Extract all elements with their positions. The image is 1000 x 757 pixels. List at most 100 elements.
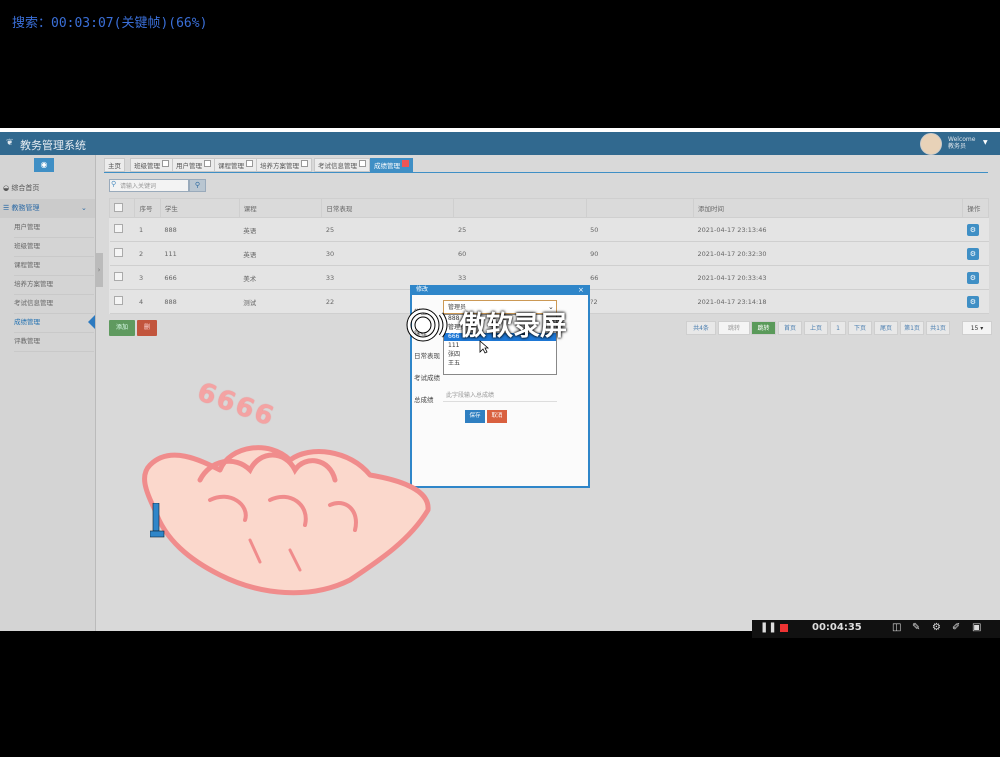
cell-course: 英语 [239,217,322,242]
app-header: ❦ 教务管理系统 Welcome 教务员 ▼ [0,132,1000,155]
select-all-checkbox[interactable] [114,202,123,212]
close-icon[interactable] [246,160,253,167]
sidebar-item-evaluation[interactable]: 评教管理 [14,332,94,352]
close-icon[interactable] [359,160,366,167]
cell-student: 888 [160,289,240,314]
arrow-marker-icon [150,503,165,538]
cell-daily: 25 [321,217,454,242]
tab-label: 成绩管理 [374,162,400,170]
pencil-icon[interactable]: ✐ [952,622,960,633]
close-icon[interactable] [301,160,308,167]
row-checkbox-cell[interactable] [109,241,135,266]
sidebar-item-scores[interactable]: 成绩管理 [14,313,94,333]
table-row[interactable]: 1 888 英语 25 25 50 2021-04-17 23:13:46 ⚙ [109,217,989,242]
add-button[interactable]: 添加 [109,320,135,336]
page-size-select[interactable]: 15 ▾ [962,321,992,335]
sidebar-toggle-button[interactable]: ◉ [34,158,54,172]
delete-button[interactable]: 删 [137,320,157,336]
pause-icon[interactable]: ❚❚ [760,622,777,633]
pager-first[interactable]: 首页 [778,321,802,335]
edit-icon[interactable]: ⚙ [966,223,979,236]
camera-icon[interactable]: ◫ [892,622,901,633]
total-score-input[interactable]: 此字段输入总成绩 [443,390,557,402]
dialog-titlebar[interactable]: 修改 × [412,285,590,295]
table-header: 序号 [134,198,161,218]
search-input[interactable]: 请输入关键词 [109,179,189,192]
cell-action: ⚙ [962,217,989,242]
settings-icon[interactable]: ⚙ [932,622,941,633]
tab-users[interactable]: 用户管理 [172,158,215,172]
sidebar-item-classes[interactable]: 班级管理 [14,237,94,257]
row-checkbox[interactable] [113,248,123,257]
sidebar-item-home[interactable]: ◒ 综合首页 [0,179,95,198]
pen-icon[interactable]: ✎ [912,622,920,633]
dropdown-option[interactable]: 王五 [444,360,556,368]
pager-current[interactable]: 1 [830,321,846,335]
row-checkbox-cell[interactable] [109,265,135,290]
cell-action: ⚙ [962,265,989,290]
pager-goto-button[interactable]: 跳转 [751,321,776,335]
daily-label: 日常表现 [414,352,440,360]
page-size-value: 15 [970,325,979,332]
tab-scores[interactable]: 成绩管理 [370,158,413,172]
search-icon: ⚲ [194,181,201,189]
row-checkbox-cell[interactable] [109,289,135,314]
cell-course: 英语 [239,241,322,266]
tab-label: 考试信息管理 [318,162,357,170]
table-header: 学生 [159,198,240,218]
pager-prev[interactable]: 上页 [804,321,828,335]
table-header: 操作 [962,198,989,218]
sidebar-item-users[interactable]: 用户管理 [14,218,94,238]
app-window: ❦ 教务管理系统 Welcome 教务员 ▼ ◉ ◒ 综合首页 ☰ 教務管理 ⌄… [0,128,1000,631]
user-welcome[interactable]: Welcome 教务员 [948,136,975,150]
cell-daily: 30 [321,241,454,266]
table-row[interactable]: 2 111 英语 30 60 90 2021-04-17 20:32:30 ⚙ [109,241,989,266]
sidebar-item-courses[interactable]: 课程管理 [14,256,94,276]
cell-time: 2021-04-17 23:14:18 [693,289,963,314]
cell-no: 3 [134,265,161,290]
dropdown-option[interactable]: 张四 [444,351,556,359]
tab-courses[interactable]: 课程管理 [214,158,257,172]
row-checkbox[interactable] [113,296,123,305]
tab-label: 培养方案管理 [260,162,299,170]
pager-last[interactable]: 尾页 [874,321,898,335]
sidebar-item-plans[interactable]: 培养方案管理 [14,275,94,295]
edit-icon[interactable]: ⚙ [966,295,979,308]
search-button[interactable]: ⚲ [189,179,206,192]
stop-icon[interactable] [780,624,788,632]
tab-plans[interactable]: 培养方案管理 [256,158,312,172]
cell-no: 2 [134,241,161,266]
close-icon[interactable] [162,160,169,167]
row-checkbox-cell[interactable] [109,217,135,242]
cell-total: 50 [586,217,694,242]
sidebar-collapse-handle[interactable]: › [95,253,103,287]
cancel-button[interactable]: 取消 [487,410,507,423]
sidebar-item-exams[interactable]: 考试信息管理 [14,294,94,314]
tab-classes[interactable]: 班级管理 [130,158,173,172]
recorder-control-bar[interactable]: ❚❚ 00:04:35 ◫ ✎ ⚙ ✐ ▣ [752,620,1000,638]
header-checkbox-cell[interactable] [108,198,136,218]
tab-home[interactable]: 主页 [104,158,125,172]
chevron-down-icon: ⌄ [81,204,87,212]
edit-icon[interactable]: ⚙ [966,271,979,284]
close-icon[interactable]: × [578,285,584,295]
edit-icon[interactable]: ⚙ [966,247,979,260]
leaf-logo-icon: ❦ [6,138,14,148]
lock-icon[interactable]: ▣ [972,622,981,633]
cell-time: 2021-04-17 20:32:30 [693,241,963,266]
tab-exams[interactable]: 考试信息管理 [314,158,370,172]
close-icon[interactable] [402,160,409,167]
pager-next[interactable]: 下页 [848,321,872,335]
pager-goto-input[interactable]: 跳转 [718,321,750,335]
sidebar-item-academic[interactable]: ☰ 教務管理 ⌄ [0,199,95,218]
close-icon[interactable] [204,160,211,167]
recording-timer: 00:04:35 [812,622,862,633]
avatar[interactable] [920,133,942,155]
row-checkbox[interactable] [113,272,123,281]
recorder-watermark-text: 傲软录屏 [459,311,567,342]
row-checkbox[interactable] [113,224,123,233]
save-button[interactable]: 保存 [465,410,485,423]
exam-label: 考试成绩 [414,374,440,382]
chevron-down-icon[interactable]: ▼ [983,139,988,146]
cell-time: 2021-04-17 20:33:43 [693,265,963,290]
